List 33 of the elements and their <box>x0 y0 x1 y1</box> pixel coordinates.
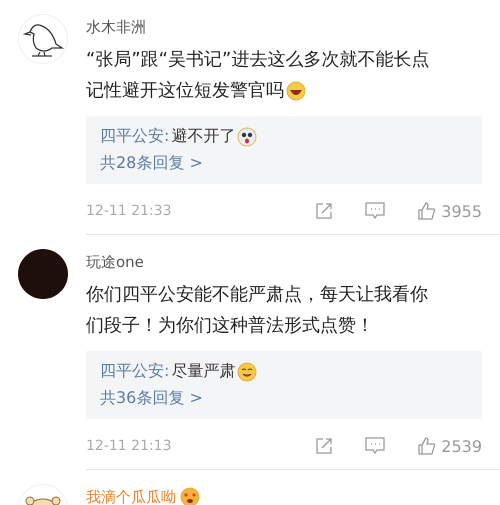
reply-author-link[interactable]: 四平公安: <box>100 361 170 382</box>
thumbs-up-icon <box>417 201 438 221</box>
like-button[interactable]: 3955 <box>417 201 482 221</box>
emoji-icon <box>237 126 258 146</box>
share-button[interactable] <box>315 437 334 455</box>
user-name[interactable]: 我滴个瓜瓜呦 <box>86 488 176 505</box>
timestamp: 12-11 21:13 <box>86 438 172 454</box>
user-name[interactable]: 玩途one <box>86 252 144 272</box>
avatar[interactable] <box>18 249 68 299</box>
more-replies-link[interactable]: 共36条回复 > <box>100 388 203 407</box>
emoji-icon <box>286 80 306 100</box>
avatar[interactable] <box>18 14 68 64</box>
comment-icon <box>365 202 386 220</box>
comment-button[interactable] <box>365 437 386 455</box>
like-button[interactable]: 2539 <box>417 436 482 456</box>
comment-text-line: 记性避开这位短发警官吗 <box>86 79 284 103</box>
emoji-icon <box>237 362 258 382</box>
comment-text-line: “张局”跟“吴书记”进去这么多次就不能长点 <box>86 48 430 72</box>
reply-text: 避不开了 <box>171 126 236 147</box>
more-replies-link[interactable]: 共28条回复 > <box>100 153 203 172</box>
share-icon <box>315 437 334 455</box>
reply-author-link[interactable]: 四平公安: <box>100 126 170 147</box>
user-name[interactable]: 水木非洲 <box>86 18 146 36</box>
share-icon <box>315 202 334 220</box>
comment-text-line: 们段子！为你们这种普法形式点赞！ <box>86 314 374 338</box>
reply-text: 尽量严肃 <box>171 361 236 382</box>
thumbs-up-icon <box>417 436 438 456</box>
emoji-icon <box>180 487 200 505</box>
comment-button[interactable] <box>365 202 386 220</box>
share-button[interactable] <box>315 202 334 220</box>
comment-icon <box>365 437 386 455</box>
timestamp: 12-11 21:33 <box>86 203 172 219</box>
comment-text-line: 你们四平公安能不能严肃点，每天让我看你 <box>86 283 428 307</box>
